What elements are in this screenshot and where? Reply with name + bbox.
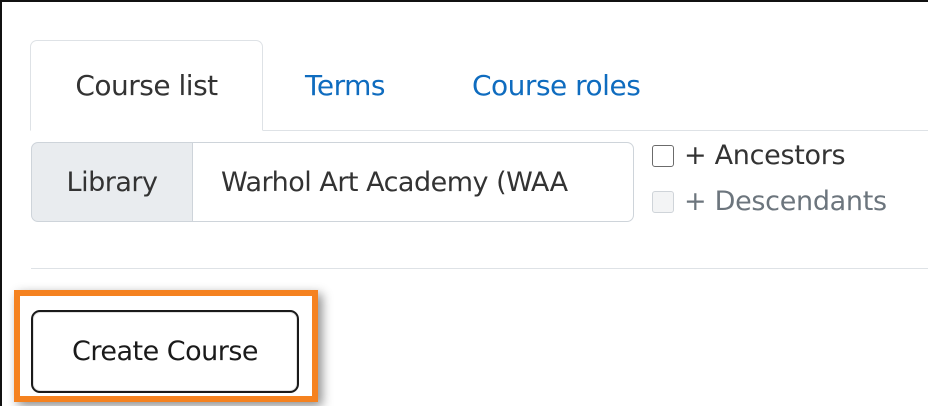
descendants-label: + Descendants: [684, 186, 887, 217]
tab-terms-label: Terms: [305, 68, 385, 102]
library-filter: Library Warhol Art Academy (WAA: [31, 142, 634, 222]
create-course-button[interactable]: Create Course: [31, 310, 299, 393]
ancestors-label: + Ancestors: [684, 140, 846, 171]
tab-bar: Course list Terms Course roles: [30, 40, 928, 132]
library-select[interactable]: Warhol Art Academy (WAA: [193, 142, 634, 222]
tab-course-list[interactable]: Course list: [30, 40, 263, 131]
ancestors-option[interactable]: + Ancestors: [652, 140, 846, 171]
library-addon-label: Library: [31, 142, 193, 222]
tab-terms[interactable]: Terms: [305, 40, 385, 130]
library-select-value: Warhol Art Academy (WAA: [221, 166, 568, 198]
ancestors-checkbox[interactable]: [652, 144, 674, 167]
descendants-checkbox: [652, 190, 674, 213]
tab-course-roles[interactable]: Course roles: [472, 40, 641, 130]
section-divider: [31, 268, 928, 269]
descendants-option: + Descendants: [652, 186, 887, 217]
tab-course-list-label: Course list: [75, 69, 218, 102]
tab-course-roles-label: Course roles: [472, 68, 641, 102]
